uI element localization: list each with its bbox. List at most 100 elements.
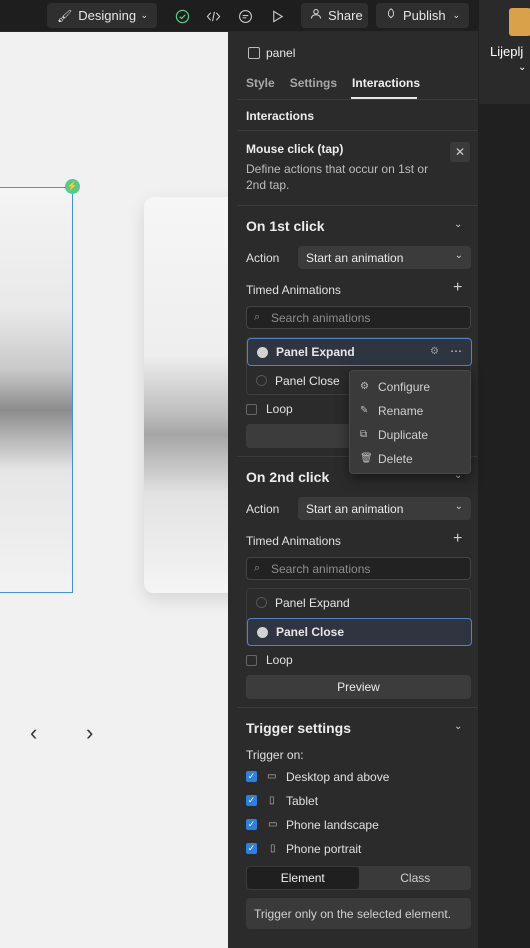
phone-portrait-checkbox[interactable]: ✓ [246,843,257,854]
device-label: Phone portrait [286,842,362,856]
menu-item-configure[interactable]: ⚙ Configure [350,375,470,399]
list-item[interactable]: Panel Expand [247,589,472,617]
chevron-down-icon: ⌄ [454,250,463,261]
trash-icon: 🗑 [360,453,373,464]
chevron-down-icon[interactable]: ⌄ [454,219,462,230]
tab-style[interactable]: Style [246,76,275,90]
timed-animations-label: Timed Animations [246,283,341,297]
menu-item-delete[interactable]: 🗑 Delete [350,447,470,471]
search-input[interactable]: ⌕ Search animations [246,306,471,329]
desktop-checkbox[interactable]: ✓ [246,771,257,782]
preview-button[interactable]: Preview [246,675,471,699]
add-icon[interactable]: + [453,530,462,548]
radio-icon [257,627,268,638]
element-name: panel [266,46,296,60]
user-icon [310,8,322,23]
menu-item-label: Delete [378,452,413,466]
chevron-left-icon[interactable]: ‹ [30,720,37,746]
folder-label: Lijeplj [490,44,524,59]
action-label: Action [246,502,280,516]
rocket-icon [385,8,397,23]
divider [237,99,478,100]
preview-label: Preview [337,680,380,694]
second-click-title: On 2nd click [246,469,330,485]
search-icon: ⌕ [254,562,261,574]
menu-item-rename[interactable]: ✎ Rename [350,399,470,423]
list-item-label: Panel Close [276,625,345,639]
selected-panel-element[interactable] [0,187,73,593]
list-item[interactable]: Panel Close [247,618,472,646]
chevron-right-icon[interactable]: › [86,720,93,746]
timed-animations-label: Timed Animations [246,534,341,548]
phone-landscape-checkbox[interactable]: ✓ [246,819,257,830]
tablet-checkbox[interactable]: ✓ [246,795,257,806]
tab-interactions[interactable]: Interactions [352,76,420,90]
trigger-scope-note: Trigger only on the selected element. [246,898,471,929]
search-placeholder: Search animations [271,561,371,576]
loop-checkbox[interactable] [246,404,257,415]
animation-list: Panel Expand Panel Close [246,588,472,646]
animation-context-menu: ⚙ Configure ✎ Rename ⧉ Duplicate 🗑 Delet… [349,370,471,474]
gear-icon[interactable]: ⚙ [430,346,439,357]
panel-tabs: Style Settings Interactions [246,76,435,90]
gear-icon: ⚙ [360,381,369,392]
radio-icon [256,597,267,608]
add-icon[interactable]: + [453,279,462,297]
phone-portrait-icon: ▯ [270,843,276,854]
action-value: Start an animation [306,250,404,265]
panel-card[interactable] [144,197,228,593]
action-label: Action [246,251,280,265]
share-label: Share [328,8,363,23]
trigger-scope-toggle: Element Class [246,866,471,890]
publish-button[interactable]: Publish ⌄ [376,3,469,28]
phone-landscape-icon: ▭ [268,819,278,830]
scope-element-option[interactable]: Element [247,867,359,889]
menu-item-label: Configure [378,380,431,394]
list-item[interactable]: Panel Expand ⚙ ⋯ [247,338,472,366]
tab-settings[interactable]: Settings [290,76,337,90]
lightning-icon[interactable]: ⚡ [65,179,80,194]
action-value: Start an animation [306,501,404,516]
check-circle-icon[interactable] [170,4,194,28]
mode-label: Designing [78,8,137,23]
list-item-label: Panel Close [275,374,340,388]
loop-label: Loop [266,653,293,667]
chevron-down-icon: ⌄ [454,501,463,512]
loop-checkbox[interactable] [246,655,257,666]
mode-dropdown[interactable]: 🖌 Designing ⌄ [47,3,157,28]
list-item-label: Panel Expand [275,596,350,610]
chevron-down-icon[interactable]: ⌄ [454,721,462,732]
code-icon[interactable] [201,4,225,28]
trigger-description: Define actions that occur on 1st or [246,162,429,176]
trigger-on-label: Trigger on: [246,748,304,762]
chevron-down-icon: ⌄ [140,10,148,20]
radio-icon [257,347,268,358]
search-input[interactable]: ⌕ Search animations [246,557,471,580]
close-icon[interactable]: ✕ [450,142,470,162]
menu-item-duplicate[interactable]: ⧉ Duplicate [350,423,470,447]
search-icon: ⌕ [254,311,261,323]
device-label: Phone landscape [286,818,379,832]
trigger-title: Mouse click (tap) [246,142,344,156]
action-select[interactable]: Start an animation ⌄ [298,497,471,520]
laptop-icon: ▭ [267,771,277,782]
comment-icon[interactable] [233,4,257,28]
top-toolbar: 🖌 Designing ⌄ Share Publish ⌄ [0,0,530,32]
chevron-down-icon: ⌄ [452,10,460,20]
search-placeholder: Search animations [271,310,371,325]
folder-icon[interactable] [509,8,530,36]
more-icon[interactable]: ⋯ [450,344,462,358]
scope-class-option[interactable]: Class [360,866,472,890]
trigger-description-cont: 2nd tap. [246,178,290,192]
action-select[interactable]: Start an animation ⌄ [298,246,471,269]
element-checkbox-icon [248,47,260,59]
menu-item-label: Rename [378,404,424,418]
play-icon[interactable] [265,4,289,28]
share-button[interactable]: Share [301,3,368,28]
divider [237,130,478,131]
design-canvas[interactable]: ⚡ ‹ › [0,32,228,948]
first-click-title: On 1st click [246,218,325,234]
desktop-strip [478,32,530,948]
menu-item-label: Duplicate [378,428,429,442]
chevron-down-icon: ⌄ [518,62,527,73]
